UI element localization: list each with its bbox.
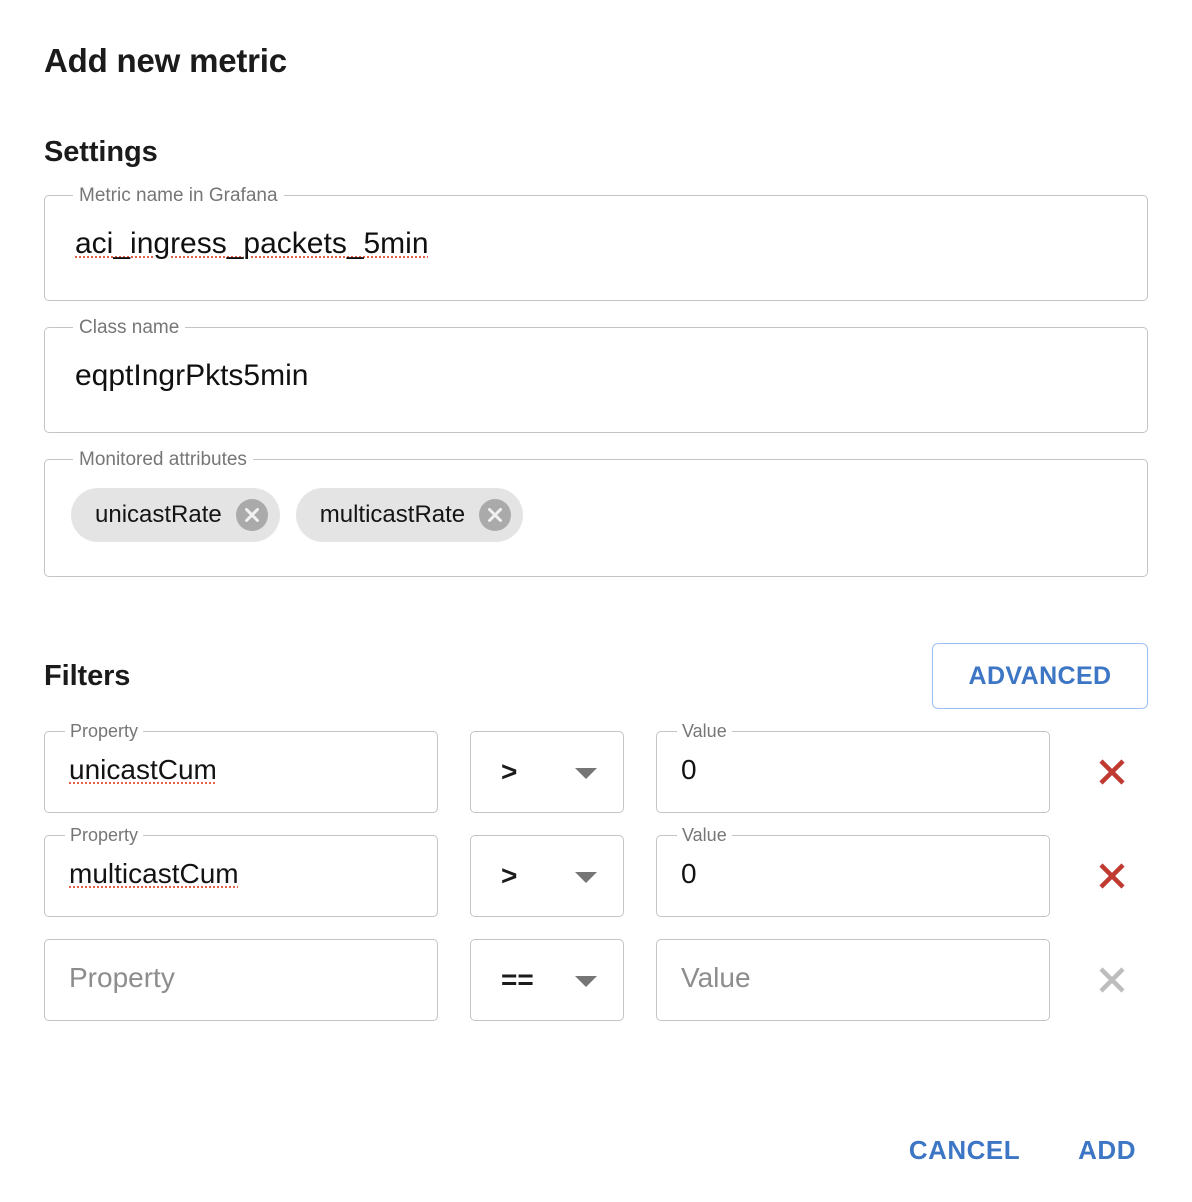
filter-property-input[interactable]: Property unicastCum [44, 721, 438, 813]
filter-delete-button [1076, 939, 1148, 1021]
attribute-chip[interactable]: multicastRate [295, 488, 524, 542]
attribute-chip-label: unicastRate [95, 501, 222, 528]
metric-name-label: Metric name in Grafana [73, 185, 284, 207]
dialog-actions: CANCEL ADD [897, 1127, 1148, 1174]
monitored-attributes-label: Monitored attributes [73, 449, 253, 471]
filter-value-label: Value [677, 721, 732, 741]
monitored-attributes-field[interactable]: Monitored attributes unicastRate multica… [44, 449, 1148, 577]
advanced-button[interactable]: ADVANCED [932, 643, 1148, 709]
class-name-field[interactable]: Class name eqptIngrPkts5min [44, 317, 1148, 433]
chip-close-icon[interactable] [235, 499, 268, 531]
filter-property-placeholder: Property [69, 962, 175, 993]
filters-section-title: Filters [44, 659, 131, 692]
filter-operator-select[interactable]: == [470, 939, 624, 1021]
close-icon [1099, 759, 1125, 785]
metric-name-field[interactable]: Metric name in Grafana aci_ingress_packe… [44, 185, 1148, 301]
filter-property-value: multicastCum [69, 858, 239, 889]
add-new-metric-dialog: Add new metric Settings Metric name in G… [0, 0, 1192, 1202]
filter-value-input[interactable]: Value 0 [656, 825, 1050, 917]
filter-row: Property == Value [44, 939, 1148, 1021]
chevron-down-icon [575, 768, 597, 779]
filter-value-placeholder: Value [681, 962, 751, 993]
filter-value-value: 0 [681, 754, 697, 785]
filter-property-label: Property [65, 721, 144, 741]
filter-property-input[interactable]: Property [44, 939, 438, 1021]
attribute-chip[interactable]: unicastRate [71, 488, 280, 542]
chip-close-icon[interactable] [479, 499, 512, 531]
chevron-down-icon [575, 976, 597, 987]
monitored-attributes-chip-list: unicastRate multicastRate [71, 488, 524, 542]
metric-name-value: aci_ingress_packets_5min [75, 227, 429, 260]
filter-property-label: Property [65, 825, 144, 845]
class-name-label: Class name [73, 317, 186, 339]
add-button[interactable]: ADD [1066, 1127, 1148, 1174]
filter-row: Property multicastCum > Value 0 [44, 825, 1148, 917]
filter-operator-value: > [501, 860, 518, 891]
filter-value-input[interactable]: Value 0 [656, 721, 1050, 813]
close-icon [1099, 863, 1125, 889]
class-name-value: eqptIngrPkts5min [75, 359, 309, 392]
filter-operator-value: > [501, 756, 518, 787]
settings-section-title: Settings [44, 136, 158, 168]
filter-value-input[interactable]: Value [656, 939, 1050, 1021]
filter-property-input[interactable]: Property multicastCum [44, 825, 438, 917]
filter-property-value: unicastCum [69, 754, 217, 785]
filter-row: Property unicastCum > Value 0 [44, 721, 1148, 813]
close-icon [1099, 967, 1125, 993]
filter-operator-select[interactable]: > [470, 835, 624, 917]
filters-header: Filters ADVANCED [44, 643, 1148, 709]
filter-operator-select[interactable]: > [470, 731, 624, 813]
dialog-title: Add new metric [44, 42, 287, 79]
attribute-chip-label: multicastRate [319, 501, 466, 528]
chevron-down-icon [575, 872, 597, 883]
filter-delete-button[interactable] [1076, 835, 1148, 917]
filter-value-label: Value [677, 825, 732, 845]
filter-operator-value: == [501, 964, 534, 995]
cancel-button[interactable]: CANCEL [897, 1127, 1032, 1174]
filter-delete-button[interactable] [1076, 731, 1148, 813]
filter-value-value: 0 [681, 858, 697, 889]
